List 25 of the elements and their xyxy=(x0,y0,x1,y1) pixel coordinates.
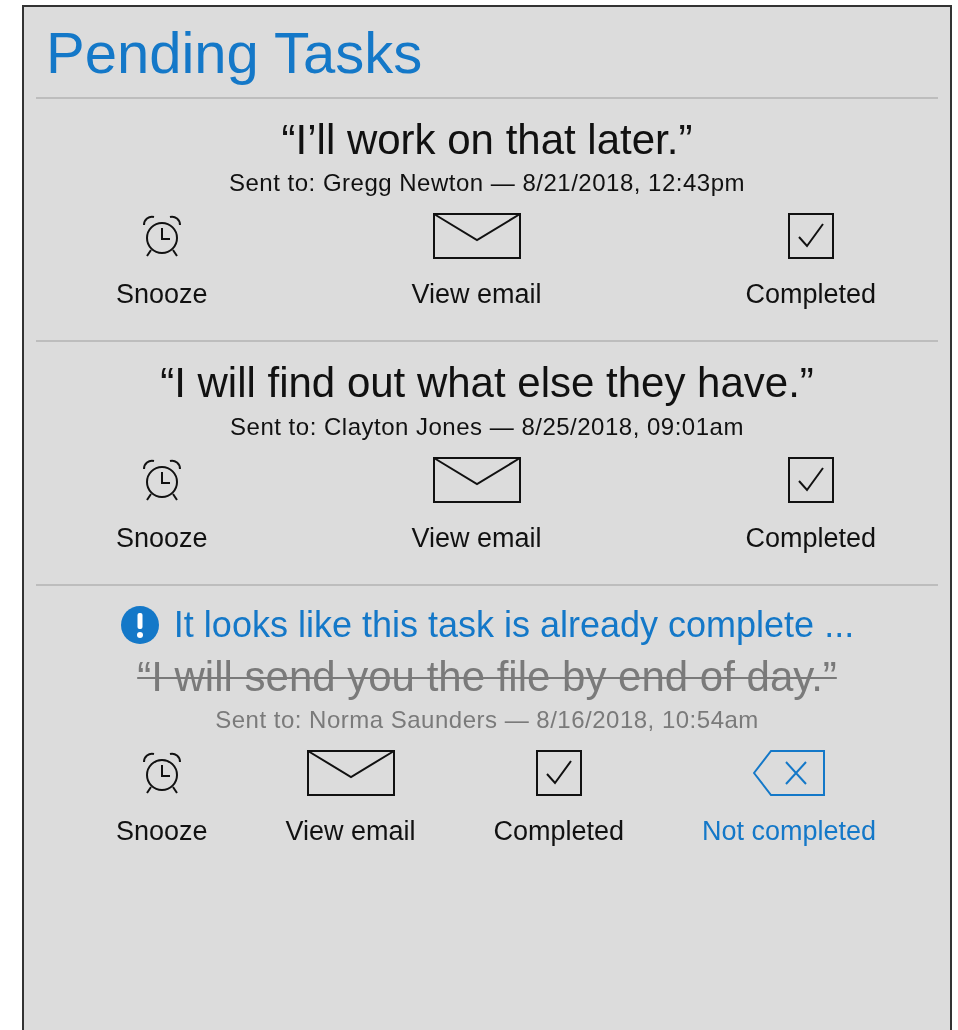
checkbox-icon xyxy=(787,213,834,260)
snooze-button[interactable]: Snooze xyxy=(116,456,208,554)
completed-button[interactable]: Completed xyxy=(493,749,624,847)
task-quote: “I will find out what else they have.” xyxy=(159,358,815,409)
envelope-icon xyxy=(432,456,521,503)
alert-message: It looks like this task is already complete ... xyxy=(173,603,855,646)
task-quote: “I will send you the file by end of day.” xyxy=(136,651,838,702)
info-icon xyxy=(119,604,160,645)
snooze-button[interactable]: Snooze xyxy=(116,749,208,847)
sent-to-info: Sent to: Norma Saunders — 8/16/2018, 10:54am xyxy=(214,705,760,734)
checkbox-icon xyxy=(535,749,582,796)
envelope-icon xyxy=(432,213,521,260)
sent-to-info: Sent to: Clayton Jones — 8/25/2018, 09:01am xyxy=(229,412,745,441)
view-email-button[interactable]: View email xyxy=(285,749,416,847)
page-title: Pending Tasks xyxy=(45,19,424,87)
snooze-button[interactable]: Snooze xyxy=(116,213,208,311)
task-quote: “I’ll work on that later.” xyxy=(280,114,694,165)
checkbox-icon xyxy=(787,456,834,503)
envelope-icon xyxy=(306,749,395,796)
backspace-icon xyxy=(752,749,825,796)
completed-button[interactable]: Completed xyxy=(745,213,876,311)
completed-button[interactable]: Completed xyxy=(745,456,876,554)
view-email-button[interactable]: View email xyxy=(411,213,542,311)
sent-to-info: Sent to: Gregg Newton — 8/21/2018, 12:43pm xyxy=(228,169,746,198)
view-email-button[interactable]: View email xyxy=(411,456,542,554)
